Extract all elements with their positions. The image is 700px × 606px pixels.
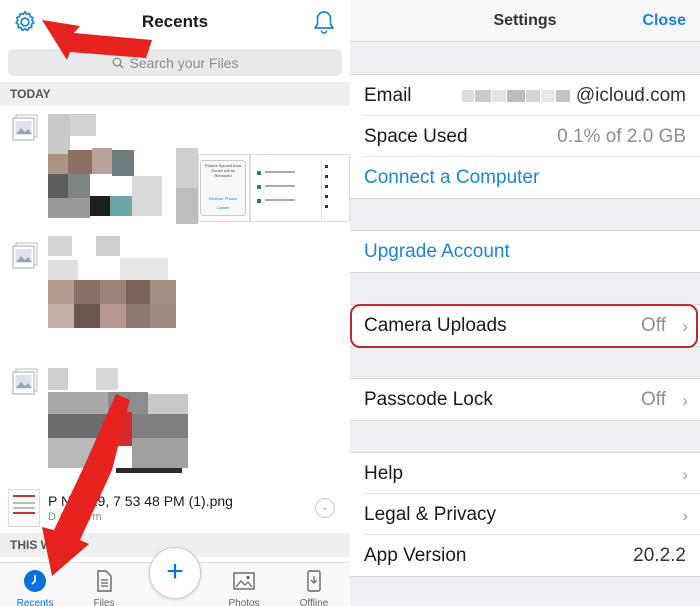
settings-header: Settings Close — [350, 0, 700, 42]
space-used-label: Space Used — [364, 126, 468, 147]
tab-photos[interactable]: Photos — [214, 569, 274, 606]
tab-files[interactable]: Files — [74, 569, 134, 606]
tab-recents[interactable]: Recents — [5, 569, 65, 606]
phone-icon — [307, 570, 321, 592]
file-thumbnail-icon — [8, 489, 40, 527]
email-row: Email @icloud.com — [364, 75, 700, 116]
tab-label: Offline — [299, 598, 329, 606]
upgrade-account-link[interactable]: Upgrade Account — [364, 241, 510, 263]
recents-panel: Recents Search your Files TODAY Photos S… — [0, 0, 350, 606]
account-group: Email @icloud.com Space Used 0.1% of 2.0… — [350, 74, 700, 199]
passcode-lock-value: Off — [641, 389, 666, 410]
redacted-email-prefix — [461, 85, 576, 106]
search-icon — [112, 57, 124, 68]
screenshot-preview-list — [250, 154, 350, 222]
upgrade-row[interactable]: Upgrade Account — [364, 231, 700, 272]
search-placeholder: Search your Files — [129, 54, 239, 71]
about-group: Help › Legal & Privacy › App Version 20.… — [350, 452, 700, 577]
bell-icon[interactable] — [312, 9, 336, 35]
upgrade-group: Upgrade Account — [350, 230, 700, 273]
passcode-lock-label: Passcode Lock — [364, 389, 493, 410]
image-file-icon — [12, 368, 38, 395]
tab-label: Recents — [16, 598, 54, 606]
email-label: Email — [364, 85, 412, 106]
dialog-preview-title: Photos Synced from iTunes will be Remove… — [204, 163, 242, 178]
email-value: @icloud.com — [461, 85, 686, 107]
app-version-row: App Version 20.2.2 — [364, 535, 700, 576]
chevron-down-icon[interactable]: ⌄ — [315, 498, 335, 518]
page-title: Recents — [141, 12, 209, 31]
add-button[interactable]: + — [149, 547, 201, 599]
help-label: Help — [364, 463, 404, 484]
space-used-value: 0.1% of 2.0 GB — [557, 126, 686, 147]
legal-privacy-row[interactable]: Legal & Privacy › — [364, 494, 700, 535]
help-row[interactable]: Help › — [364, 453, 700, 494]
file-path: D > Dharm — [48, 511, 102, 523]
tab-label: Photos — [228, 598, 260, 606]
connect-computer-link[interactable]: Connect a Computer — [364, 167, 539, 189]
chevron-right-icon: › — [682, 506, 688, 525]
section-header-today: TODAY — [0, 82, 350, 106]
file-icon — [97, 570, 112, 592]
passcode-lock-row[interactable]: Passcode Lock Off › — [364, 379, 700, 420]
settings-panel: Settings Close Email @icloud.com Space U… — [350, 0, 700, 606]
recents-header: Recents — [0, 0, 350, 44]
clock-icon — [24, 570, 46, 592]
legal-privacy-label: Legal & Privacy — [364, 504, 497, 525]
close-button[interactable]: Close — [642, 12, 686, 30]
chevron-right-icon: › — [682, 465, 688, 484]
image-file-icon — [12, 114, 38, 141]
chevron-right-icon: › — [682, 391, 688, 410]
space-used-row: Space Used 0.1% of 2.0 GB — [364, 116, 700, 157]
tab-offline[interactable]: Offline — [284, 569, 344, 606]
connect-computer-row[interactable]: Connect a Computer — [364, 157, 700, 198]
dialog-preview-button-1: Remove Photos — [208, 196, 238, 201]
file-name: P Nov 29, 7 53 48 PM (1).png — [48, 493, 233, 509]
tab-label: Files — [93, 598, 115, 606]
email-domain: @icloud.com — [575, 85, 686, 106]
app-version-value: 20.2.2 — [633, 545, 686, 566]
dialog-preview-button-2: Cancel — [216, 205, 230, 210]
photo-icon — [233, 572, 255, 590]
file-row[interactable]: P Nov 29, 7 53 48 PM (1).png D > Dharm ⌄ — [0, 483, 350, 533]
search-input[interactable]: Search your Files — [8, 49, 342, 76]
app-version-label: App Version — [364, 545, 467, 566]
image-file-icon — [12, 242, 38, 269]
dialog-preview: Photos Synced from iTunes will be Remove… — [200, 160, 246, 216]
camera-uploads-highlight — [350, 304, 698, 348]
passcode-group: Passcode Lock Off › — [350, 378, 700, 421]
